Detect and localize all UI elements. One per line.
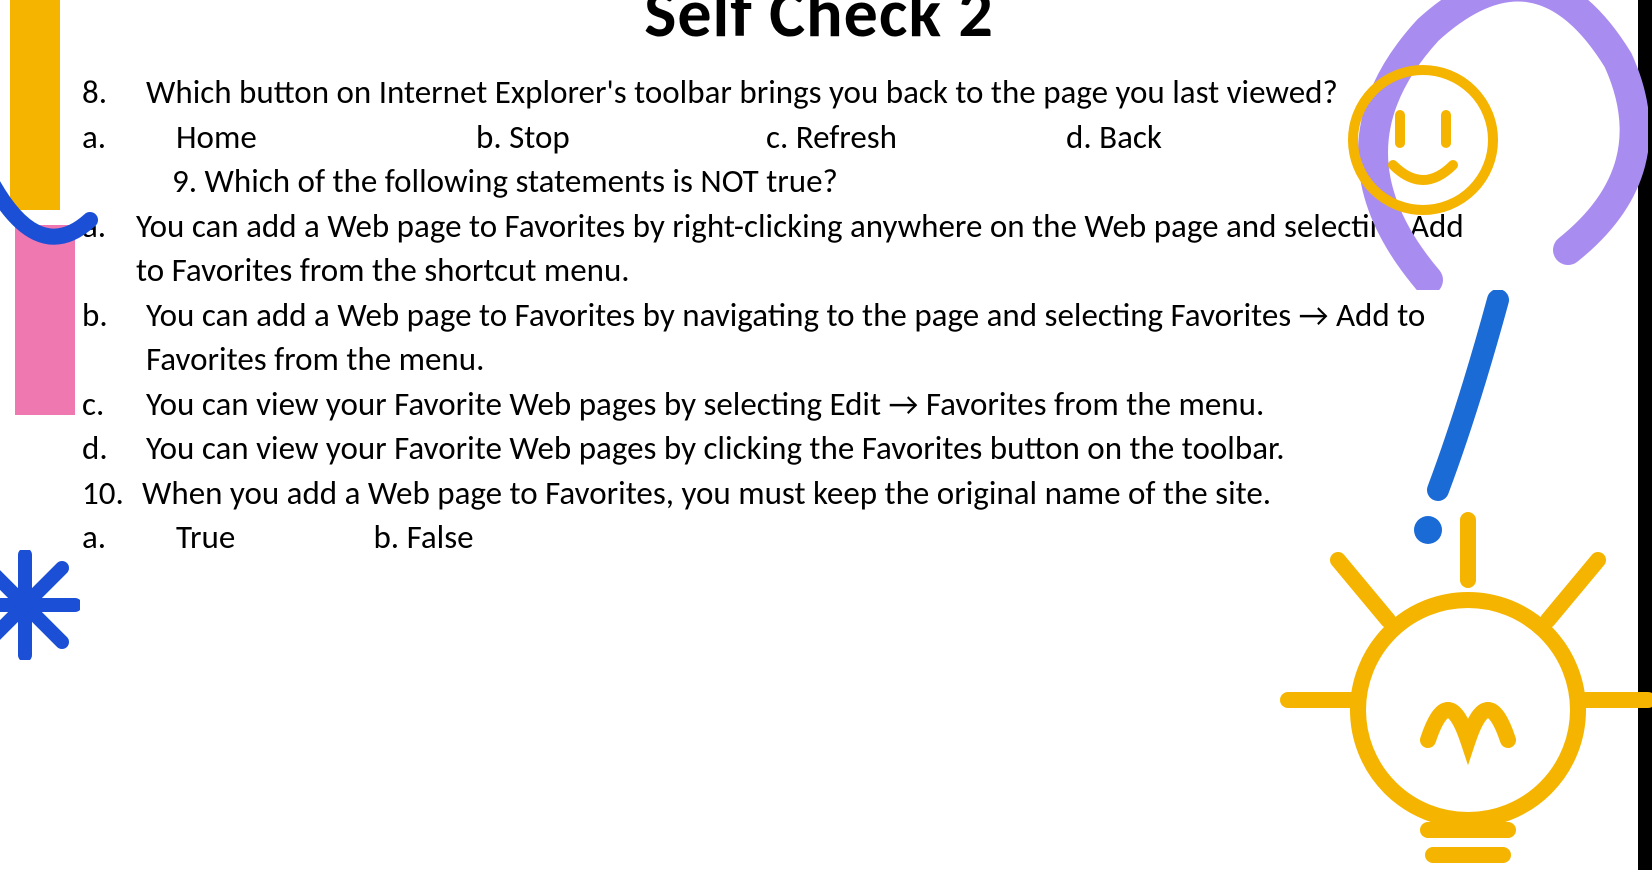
question-9-line: 9. Which of the following statements is …: [172, 159, 1478, 204]
blue-asterisk-icon: [0, 550, 80, 660]
q10-option-a: True: [136, 515, 366, 560]
q9-option-a: You can add a Web page to Favorites by r…: [136, 204, 1478, 293]
q9-option-d-row: d. You can view your Favorite Web pages …: [82, 426, 1478, 471]
q9-option-b: You can add a Web page to Favorites by n…: [136, 293, 1478, 382]
q9-c-label: c.: [82, 382, 136, 427]
q8-option-d: d. Back: [1066, 115, 1266, 160]
question-10: 10. When you add a Web page to Favorites…: [82, 471, 1478, 516]
q9-option-b-row: b. You can add a Web page to Favorites b…: [82, 293, 1478, 382]
q9-b-label: b.: [82, 293, 136, 382]
q8-a-label: a.: [82, 115, 136, 160]
q10-number: 10.: [82, 471, 142, 516]
q10-text: When you add a Web page to Favorites, yo…: [142, 471, 1478, 516]
q10-a-label: a.: [82, 515, 136, 560]
q8-option-c: c. Refresh: [766, 115, 1066, 160]
q10-option-b: b. False: [373, 517, 473, 557]
q9-option-a-row: a. You can add a Web page to Favorites b…: [82, 204, 1478, 293]
q8-text: Which button on Internet Explorer's tool…: [136, 70, 1478, 115]
q9-option-c: You can view your Favorite Web pages by …: [136, 382, 1478, 427]
lightbulb-icon: [1258, 510, 1652, 870]
q8-number: 8.: [82, 70, 136, 115]
q9-d-label: d.: [82, 426, 136, 471]
q9-a-label: a.: [82, 204, 136, 293]
q8-option-b: b. Stop: [476, 115, 766, 160]
slide: Self Check 2 8. Which button on Internet…: [0, 0, 1652, 870]
q8-options: a. Home b. Stop c. Refresh d. Back: [82, 115, 1478, 160]
q9-option-c-row: c. You can view your Favorite Web pages …: [82, 382, 1478, 427]
slide-title: Self Check 2: [0, 0, 1638, 55]
slide-body: 8. Which button on Internet Explorer's t…: [82, 70, 1478, 560]
question-8: 8. Which button on Internet Explorer's t…: [82, 70, 1478, 115]
q8-option-a: Home: [136, 115, 476, 160]
pink-rect-icon: [15, 225, 75, 415]
q9-option-d: You can view your Favorite Web pages by …: [136, 426, 1478, 471]
q10-options: a. True b. False: [82, 515, 1478, 560]
